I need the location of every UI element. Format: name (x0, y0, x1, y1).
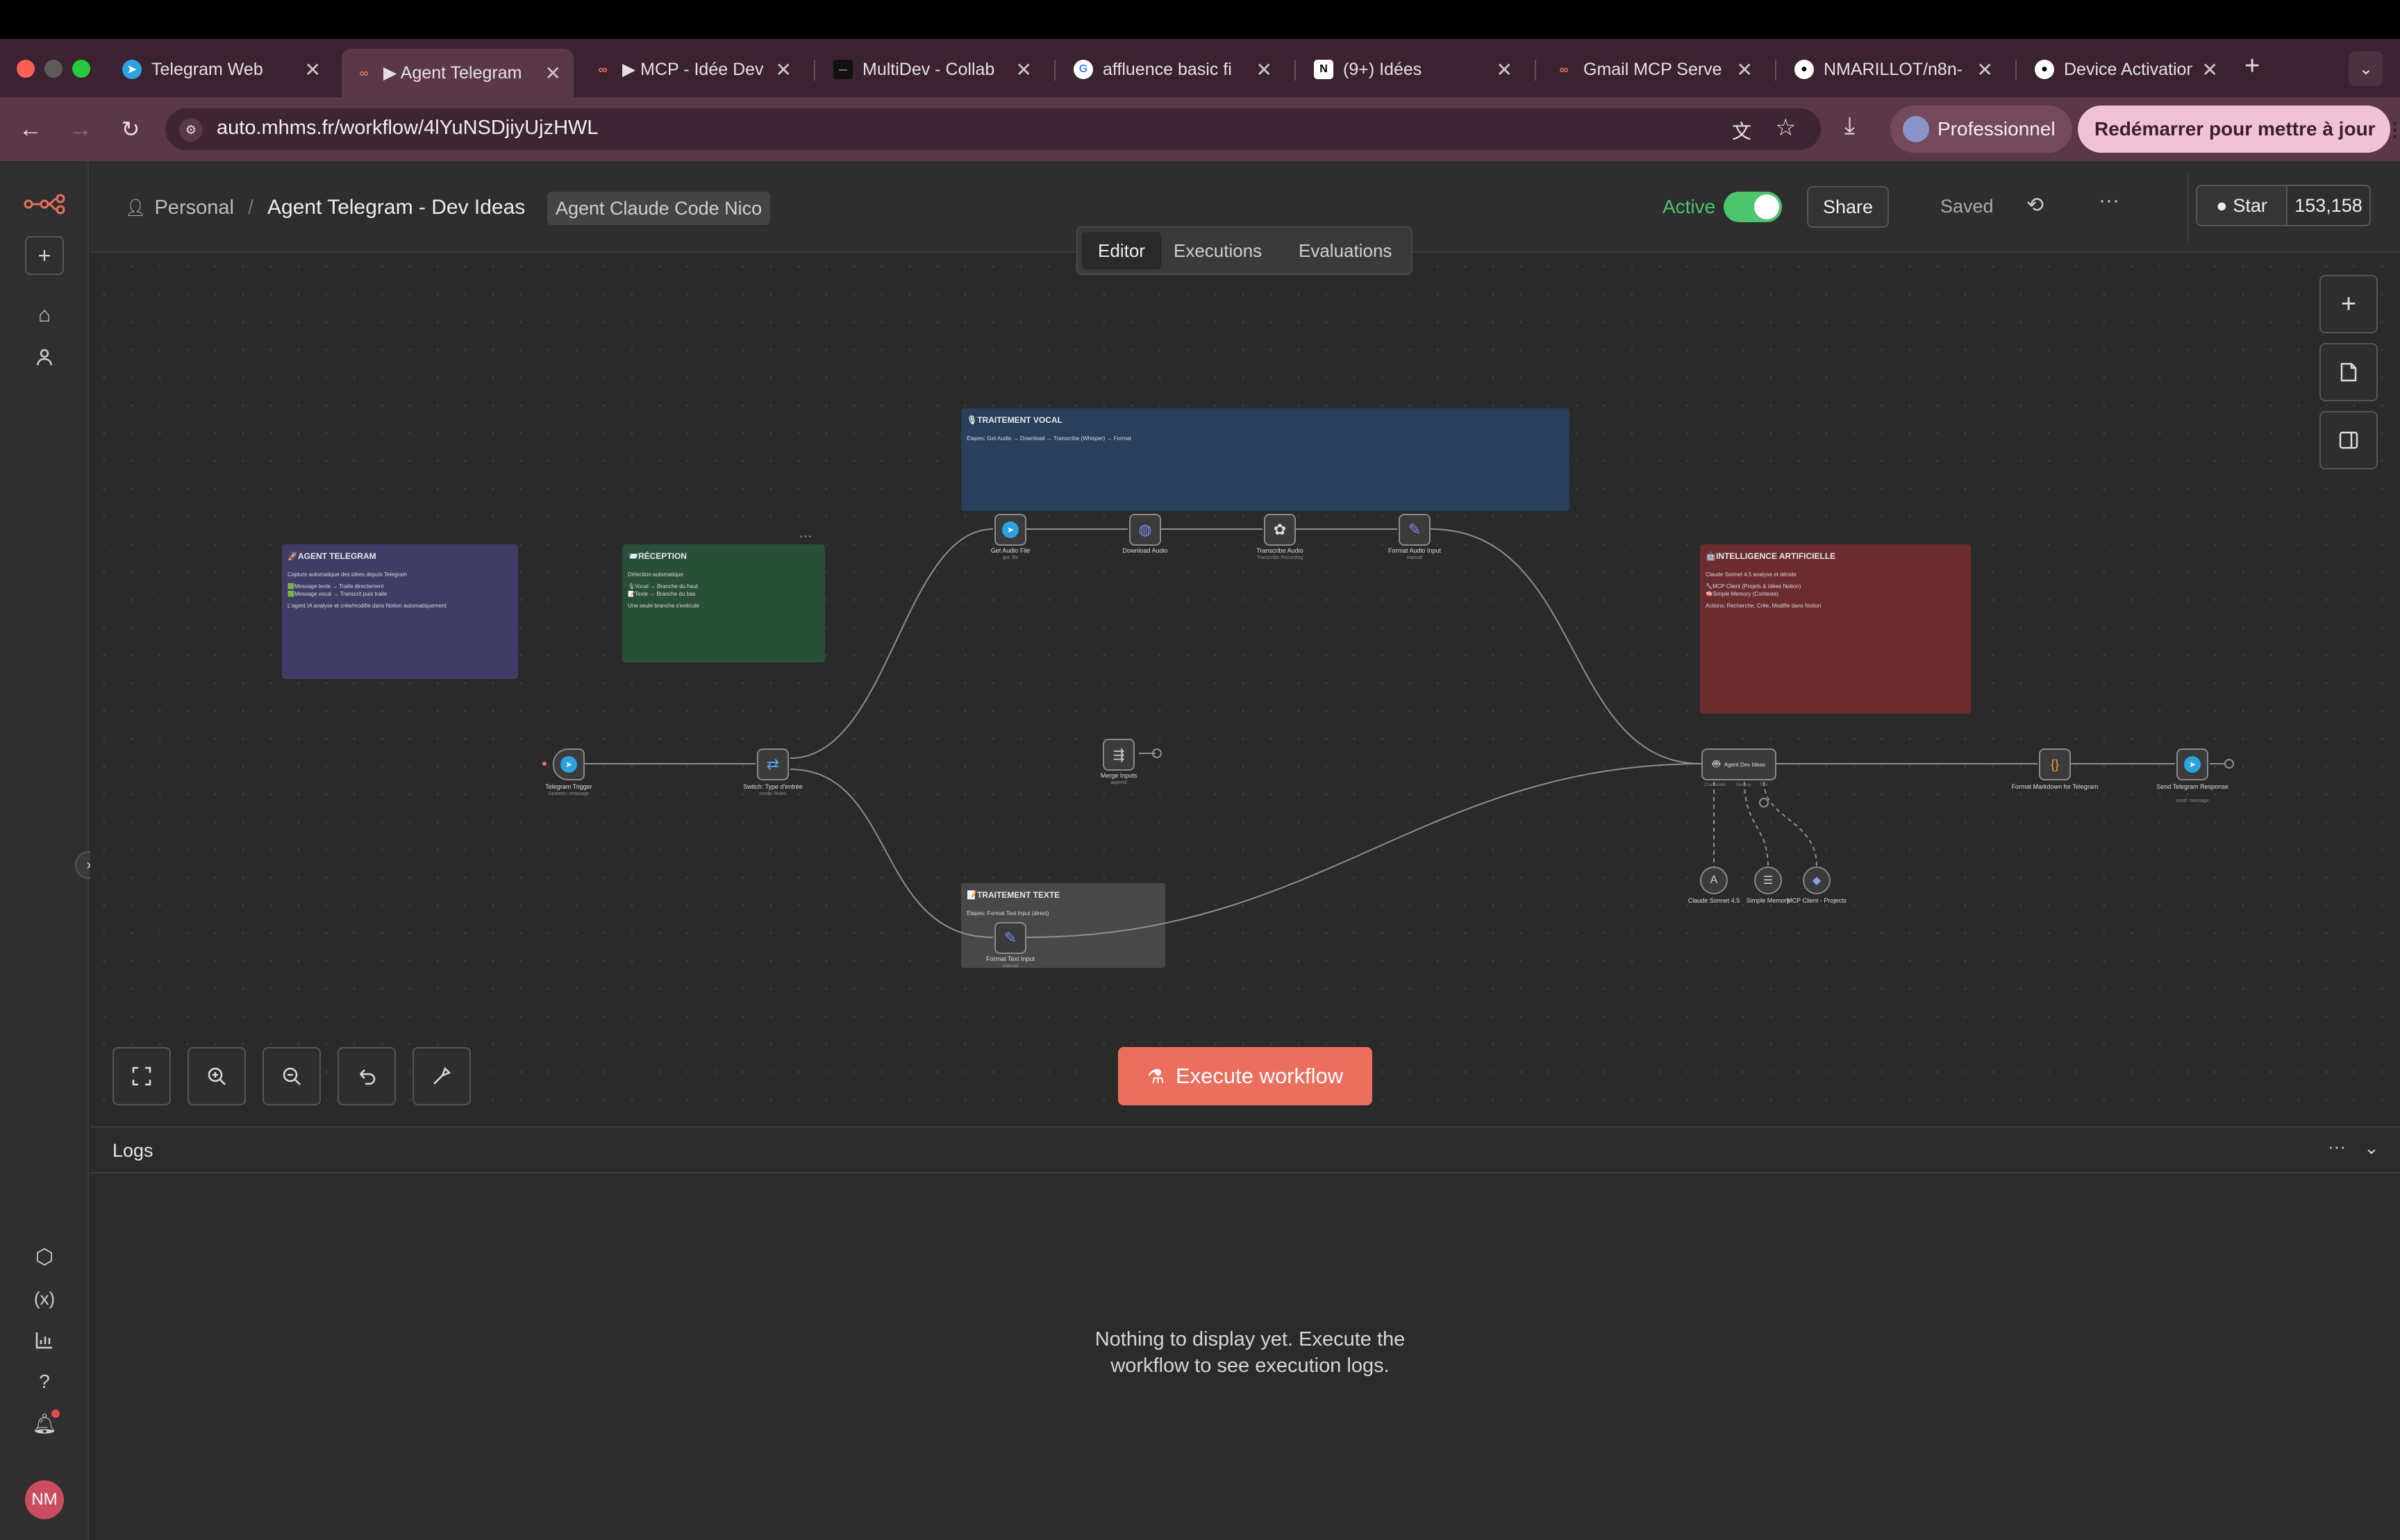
mcp-client-node[interactable]: ◆ (1803, 867, 1831, 894)
connection-switch-audio (790, 528, 994, 759)
pencil-icon: ✎ (1003, 929, 1017, 946)
logs-more-icon[interactable]: ··· (2328, 1136, 2346, 1157)
node-label: Merge Inputs (1100, 772, 1138, 779)
telegram-icon: ➤ (560, 756, 577, 773)
sticky-note-button[interactable] (2319, 343, 2378, 401)
node-label: Transcribe Audio (1256, 547, 1303, 554)
node-label: Format Text Input (986, 955, 1035, 962)
tool-add-port[interactable] (1759, 798, 1769, 807)
node-label: Send Telegram Response (2156, 783, 2228, 790)
switch-icon: ⇄ (766, 755, 780, 773)
node-subtitle: Updates: message (548, 792, 590, 796)
fit-view-button[interactable] (112, 1047, 171, 1105)
telegram-icon: ➤ (2184, 756, 2201, 773)
merge-icon: ⇶ (1112, 747, 1125, 763)
get-audio-file-node[interactable]: ➤ (994, 514, 1026, 546)
undo-button[interactable] (338, 1047, 396, 1105)
logs-title: Logs (112, 1140, 153, 1161)
zoom-in-button[interactable] (188, 1047, 246, 1105)
node-label: Download Audio (1122, 547, 1168, 554)
simple-memory-node[interactable]: ☰ (1754, 867, 1782, 894)
chevron-down-icon[interactable]: ⌄ (2364, 1137, 2379, 1159)
node-subtitle: send: message (2176, 798, 2209, 803)
node-label: Switch: Type d'entrée (743, 783, 803, 790)
port-label-tool: Tool (1760, 783, 1768, 787)
node-subtitle: manual (1406, 555, 1423, 560)
node-label: Format Markdown for Telegram (2011, 783, 2099, 790)
openai-icon: ✿ (1273, 521, 1287, 538)
format-markdown-node[interactable]: {} (2039, 748, 2071, 780)
side-panel-button[interactable] (2319, 411, 2378, 469)
telegram-icon: ➤ (1002, 521, 1019, 538)
claude-model-node[interactable]: A (1700, 867, 1728, 894)
node-label: Format Audio Input (1388, 547, 1442, 554)
port-label-memory: Memory (1736, 783, 1751, 787)
node-subtitle: append (1110, 780, 1127, 785)
code-icon: {} (2050, 757, 2060, 771)
anthropic-icon: A (1710, 874, 1718, 886)
globe-icon: ◍ (1138, 521, 1152, 538)
logs-header[interactable] (90, 1128, 2400, 1173)
node-label: Get Audio File (990, 547, 1031, 554)
node-label: MCP Client - Projects (1787, 897, 1847, 904)
node-subtitle: Transcribe Recording (1256, 555, 1303, 560)
node-label: Telegram Trigger (545, 783, 592, 790)
flask-icon: ⚗ (1147, 1065, 1165, 1087)
trigger-indicator (542, 762, 547, 766)
connection-format-text-agent (1026, 763, 1702, 938)
database-icon: ☰ (1762, 875, 1774, 887)
send-telegram-response-node[interactable]: ➤ (2176, 748, 2208, 780)
switch-node[interactable]: ⇄ (757, 748, 789, 780)
transcribe-audio-node[interactable]: ✿ (1264, 514, 1296, 546)
subconnection-memory (1744, 781, 1769, 867)
agent-dev-ideas-node[interactable]: 🤖︎ Agent Dev Ideas (1701, 748, 1776, 780)
format-text-input-node[interactable]: ✎ (994, 922, 1026, 954)
telegram-trigger-node[interactable]: ➤ (553, 748, 585, 780)
add-node-button[interactable]: + (2319, 275, 2378, 333)
robot-icon: 🤖︎ (1712, 756, 1720, 771)
port-label-model: Chat Model (1704, 783, 1726, 787)
send-output-port[interactable] (2224, 759, 2234, 769)
mcp-icon: ◆ (1812, 875, 1822, 887)
subconnection-tool (1763, 781, 1817, 867)
download-audio-node[interactable]: ◍ (1129, 514, 1161, 546)
format-audio-input-node[interactable]: ✎ (1399, 514, 1431, 546)
execute-workflow-button[interactable]: ⚗ Execute workflow (1118, 1047, 1372, 1105)
node-label: Agent Dev Ideas (1724, 761, 1765, 768)
node-subtitle: manual (1002, 964, 1019, 969)
node-subtitle: get: file (1002, 555, 1019, 560)
connection-format-audio-agent (1430, 528, 1702, 764)
logs-empty-message: Nothing to display yet. Execute the work… (1094, 1328, 1406, 1377)
zoom-out-button[interactable] (262, 1047, 321, 1105)
pencil-icon: ✎ (1408, 521, 1422, 538)
node-subtitle: mode: Rules (759, 792, 787, 796)
tidy-up-button[interactable] (412, 1047, 471, 1105)
merge-inputs-node[interactable]: ⇶ (1103, 739, 1135, 771)
